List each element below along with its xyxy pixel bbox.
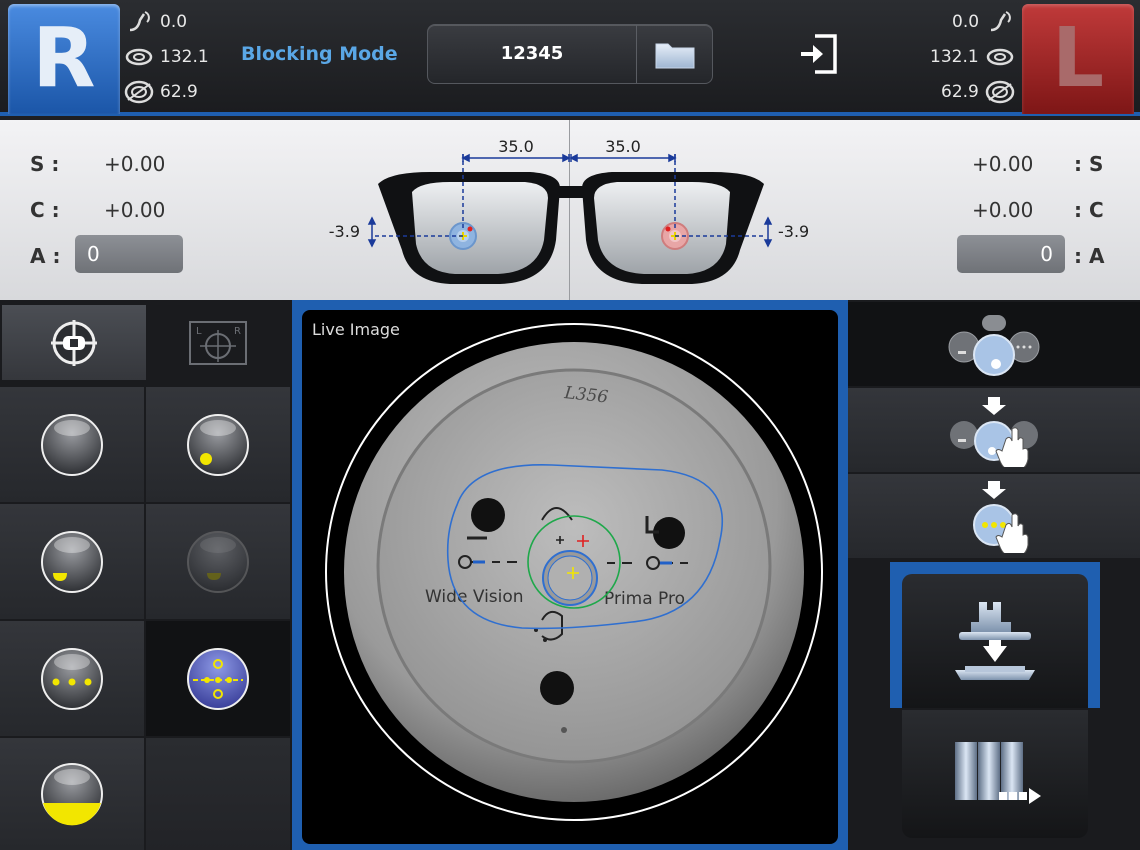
left-cylinder-value: +0.00	[972, 198, 1034, 222]
exit-button[interactable]	[795, 30, 843, 78]
size-icon	[985, 80, 1015, 104]
next-lens-arrow-icon	[955, 742, 1041, 804]
right-size-value: 62.9	[160, 82, 198, 102]
left-size-stat: 62.9	[941, 80, 1015, 104]
three-dot-lens-icon	[41, 647, 103, 710]
right-bevel-stat: 0.0	[124, 10, 187, 34]
progressive-layout-icon	[187, 647, 249, 710]
mode-label: Blocking Mode	[241, 43, 398, 65]
plain-lens-icon	[41, 413, 103, 476]
left-lens	[594, 182, 730, 274]
live-camera-image: L356 Wide Vision Prima Pro	[325, 323, 823, 821]
lens-type-single-dot[interactable]	[146, 387, 290, 502]
right-cylinder-label: C :	[30, 198, 60, 222]
next-job-button[interactable]	[902, 710, 1088, 838]
right-lens	[412, 182, 548, 274]
tab-single-lens[interactable]	[2, 305, 146, 380]
half-yellow-lens-icon	[41, 763, 103, 826]
bevel-icon	[990, 11, 1011, 32]
blocker-icon	[955, 602, 1035, 680]
right-rotation-stat: 132.1	[124, 45, 209, 69]
right-axis-field[interactable]: 0	[75, 235, 183, 273]
blocking-option-progressive[interactable]	[848, 474, 1140, 558]
exit-icon	[801, 34, 837, 74]
tab-both-lenses[interactable]: L R	[146, 305, 290, 380]
right-axis-label: A :	[30, 244, 61, 268]
blocking-option-manual[interactable]	[848, 388, 1140, 472]
lr-frame-icon: L R	[189, 320, 247, 365]
left-bevel-stat: 0.0	[952, 10, 1015, 34]
rotation-icon	[986, 48, 1013, 66]
right-eye-button[interactable]: R	[8, 4, 120, 114]
right-bevel-value: 0.0	[160, 12, 188, 32]
live-image-title: Live Image	[312, 320, 400, 339]
size-icon	[124, 80, 154, 104]
reference-hole-left	[471, 498, 505, 532]
lens-type-bifocal[interactable]	[0, 504, 144, 619]
manual-touch-icon	[950, 397, 1038, 467]
right-sphere-label: S :	[30, 152, 60, 176]
crosshair-target-icon	[51, 319, 97, 366]
right-size-stat: 62.9	[124, 80, 198, 104]
auto-center-icon	[948, 315, 1040, 376]
left-sphere-value: +0.00	[972, 152, 1034, 176]
open-folder-button[interactable]	[637, 25, 713, 83]
lens-dot-icon	[187, 413, 249, 476]
left-tool-panel: L R	[0, 300, 292, 850]
lens-type-single-vision[interactable]	[0, 387, 144, 502]
glasses-diagram: 35.0 35.0 -3.9 -3.9	[329, 140, 809, 284]
lens-type-progressive-layout[interactable]	[146, 621, 290, 736]
height-left-value: -3.9	[778, 222, 809, 241]
prescription-panel: S : +0.00 C : +0.00 A : 0 +0.00 : S +0.0…	[0, 120, 1140, 300]
bifocal-lens-icon	[41, 530, 103, 593]
right-action-panel	[848, 300, 1140, 850]
block-lens-button[interactable]	[902, 574, 1088, 708]
pd-right-value: 35.0	[498, 140, 534, 156]
progressive-touch-icon	[973, 481, 1029, 553]
left-cylinder-label: : C	[1074, 198, 1104, 222]
height-right-value: -3.9	[329, 222, 360, 241]
live-image-view[interactable]: Live Image L356 Wide Vision Prima Pro	[302, 310, 838, 844]
svg-text:L: L	[196, 326, 202, 337]
lens-text-right: Prima Pro	[604, 589, 685, 609]
bevel-icon	[129, 11, 150, 32]
left-eye-button[interactable]: L	[1022, 4, 1134, 114]
top-bar: R 0.0 132.1 62.9 Blocking Mode 12345 0.0	[0, 0, 1140, 116]
right-sphere-value: +0.00	[104, 152, 166, 176]
bifocal-dim-icon	[187, 530, 249, 593]
lens-type-progressive[interactable]	[0, 621, 144, 736]
reference-hole-bottom	[540, 671, 574, 705]
blocking-option-auto[interactable]	[848, 302, 1140, 386]
left-bevel-value: 0.0	[952, 12, 980, 32]
left-rotation-stat: 132.1	[930, 45, 1015, 69]
pd-left-value: 35.0	[605, 140, 641, 156]
empty-cell	[146, 738, 290, 850]
live-image-frame: Live Image L356 Wide Vision Prima Pro	[292, 300, 848, 850]
lens-type-bifocal-dim[interactable]	[146, 504, 290, 619]
job-number[interactable]: 12345	[428, 25, 636, 83]
left-size-value: 62.9	[941, 82, 979, 102]
left-axis-label: : A	[1074, 244, 1105, 268]
right-cylinder-value: +0.00	[104, 198, 166, 222]
lens-type-half-eye[interactable]	[0, 738, 144, 850]
lens-text-left: Wide Vision	[425, 587, 524, 607]
svg-text:R: R	[234, 326, 241, 337]
right-rotation-value: 132.1	[160, 47, 209, 67]
folder-icon	[655, 43, 695, 69]
left-rotation-value: 132.1	[930, 47, 979, 67]
rotation-icon	[125, 48, 153, 66]
left-sphere-label: : S	[1074, 152, 1104, 176]
job-number-box[interactable]: 12345	[427, 24, 713, 84]
left-axis-field[interactable]: 0	[957, 235, 1065, 273]
